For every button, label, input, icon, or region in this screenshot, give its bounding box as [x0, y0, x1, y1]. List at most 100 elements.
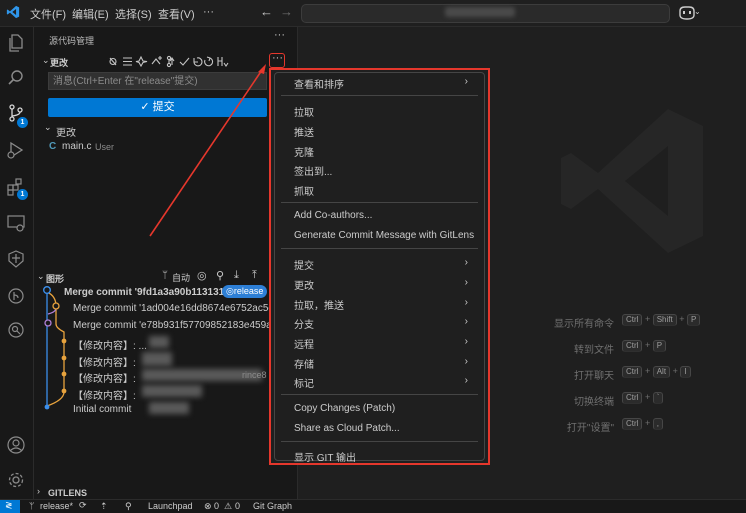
problems-count[interactable]: 0	[214, 501, 219, 511]
commit-row[interactable]: 【修改内容】:	[73, 354, 136, 369]
chevron-down-icon[interactable]: ⌄	[42, 55, 50, 66]
menu-item-copy-changes-patch[interactable]: Copy Changes (Patch)	[294, 403, 395, 414]
menu-selection[interactable]: 选择(S)	[115, 6, 152, 22]
menu-separator	[281, 394, 478, 395]
explorer-icon[interactable]	[6, 33, 26, 53]
menu-item-fetch[interactable]: 抓取	[294, 183, 314, 198]
run-debug-icon[interactable]	[6, 140, 26, 160]
pull-icon[interactable]: ⤓	[234, 269, 239, 282]
context-menu-highlight: 查看和排序 › 拉取 推送 克隆 签出到... 抓取 Add Co-author…	[269, 68, 490, 465]
refresh-icon[interactable]	[204, 56, 214, 67]
commit-row[interactable]: Merge commit '1ad004e16dd8674e6752ac5c	[73, 303, 273, 314]
menu-item-show-git-output[interactable]: 显示 GIT 输出	[294, 449, 356, 464]
extensions-badge: 1	[17, 189, 28, 200]
keycap: ,	[652, 418, 663, 430]
remote-explorer-icon[interactable]	[6, 213, 26, 233]
chevron-down-icon[interactable]: ⌄	[44, 122, 52, 133]
branch-publish-icon[interactable]	[166, 55, 175, 68]
branch-status[interactable]: release*	[40, 501, 73, 511]
gitlens-section-title[interactable]: GITLENS	[48, 488, 87, 498]
menu-item-changes[interactable]: 更改	[294, 277, 314, 292]
menu-item-pull-push[interactable]: 拉取，推送	[294, 297, 344, 312]
chevron-down-icon[interactable]: ⌄	[37, 271, 45, 282]
chevron-right-icon: ›	[464, 76, 468, 87]
gitlens-inspect-icon[interactable]	[6, 320, 26, 340]
fetch-icon[interactable]: ⚲	[216, 269, 224, 282]
changes-group-label[interactable]: 更改	[56, 124, 76, 139]
gitlens-icon[interactable]	[6, 286, 26, 306]
commit-author-fragment: rince8	[242, 370, 267, 380]
menu-item-view-sort[interactable]: 查看和排序	[294, 76, 344, 91]
account-icon[interactable]	[6, 435, 26, 455]
changes-section-title[interactable]: 更改	[50, 56, 68, 69]
warning-icon: ⚠	[224, 501, 233, 511]
sidebar-title: 源代码管理	[49, 36, 95, 46]
menu-more[interactable]: ···	[203, 6, 214, 18]
sparkle-icon[interactable]	[135, 55, 148, 68]
check-icon[interactable]	[179, 57, 190, 66]
menu-item-commit[interactable]: 提交	[294, 257, 314, 272]
commit-message-input[interactable]: 消息(Ctrl+Enter 在"release"提交)	[48, 72, 267, 90]
sync-icon[interactable]: ⟳	[79, 500, 87, 511]
commit-row[interactable]: Merge commit '9fd1a3a90b113131...	[64, 287, 233, 298]
git-publish-icon[interactable]: ⇡	[100, 501, 108, 512]
graph-auto-label[interactable]: 自动	[172, 271, 190, 284]
chevron-right-icon: ›	[464, 316, 468, 327]
stage-all-icon[interactable]	[151, 56, 162, 65]
keycap: I	[680, 366, 691, 378]
back-arrow-icon[interactable]: ←	[260, 4, 273, 19]
keycap: P	[687, 314, 701, 326]
warnings-count[interactable]: 0	[235, 501, 240, 511]
git-graph-toolbar-icon[interactable]	[217, 57, 229, 67]
menu-item-branch[interactable]: 分支	[294, 316, 314, 331]
menu-separator	[281, 441, 478, 442]
chevron-down-icon[interactable]: ⌄	[694, 7, 701, 16]
menu-item-pull[interactable]: 拉取	[294, 104, 314, 119]
commit-row[interactable]: 【修改内容】:	[73, 387, 136, 402]
gitlens-commit-icon[interactable]	[109, 57, 117, 66]
chevron-right-icon: ›	[464, 257, 468, 268]
search-icon[interactable]	[6, 68, 26, 88]
push-icon[interactable]: ⤒	[252, 269, 257, 282]
sidebar-more-icon[interactable]: ···	[274, 29, 285, 41]
target-icon[interactable]: ◎	[197, 269, 207, 282]
settings-gear-icon[interactable]	[6, 470, 26, 490]
remote-indicator-button[interactable]: ≷	[0, 500, 20, 513]
view-as-list-icon[interactable]	[123, 57, 132, 66]
menu-item-generate-commit-message[interactable]: Generate Commit Message with GitLens	[294, 230, 474, 241]
menu-item-add-coauthors[interactable]: Add Co-authors...	[294, 210, 372, 221]
git-graph-status[interactable]: Git Graph	[253, 501, 292, 511]
remote-icon: ≷	[5, 500, 13, 510]
commit-row[interactable]: 【修改内容】: ...	[73, 337, 147, 352]
commit-row[interactable]: 【修改内容】:	[73, 370, 136, 385]
branch-tag-badge: ◎release	[222, 285, 268, 298]
vscode-watermark-icon	[561, 109, 703, 253]
menu-item-remote[interactable]: 远程	[294, 336, 314, 351]
menu-item-push[interactable]: 推送	[294, 124, 314, 139]
changed-file-path: User	[95, 142, 115, 152]
chevron-right-icon: ›	[464, 356, 468, 367]
forward-arrow-icon[interactable]: →	[280, 4, 293, 19]
menu-item-stash[interactable]: 存储	[294, 356, 314, 371]
chevron-right-icon: ›	[464, 297, 468, 308]
chevron-right-icon[interactable]: ›	[37, 486, 40, 496]
launchpad-status[interactable]: Launchpad	[148, 501, 193, 511]
menu-view[interactable]: 查看(V)	[158, 6, 195, 22]
keycap: Alt	[652, 366, 671, 378]
git-graph-icon[interactable]	[6, 249, 26, 269]
keycap: Shift	[652, 314, 677, 326]
keycap: Ctrl	[622, 314, 643, 326]
blurred-workspace-title	[445, 7, 515, 17]
menu-edit[interactable]: 编辑(E)	[72, 6, 109, 22]
changed-file-name[interactable]: main.c	[62, 141, 91, 152]
commit-row[interactable]: Initial commit	[73, 404, 131, 415]
more-actions-button[interactable]: ···	[269, 52, 285, 68]
menu-item-checkout[interactable]: 签出到...	[294, 163, 332, 178]
commit-button[interactable]: ✓ 提交	[48, 98, 267, 117]
commit-row[interactable]: Merge commit 'e78b931f57709852183e459a	[73, 320, 272, 331]
menu-item-clone[interactable]: 克隆	[294, 144, 314, 159]
menu-file[interactable]: 文件(F)	[30, 6, 66, 22]
menu-item-share-cloud-patch[interactable]: Share as Cloud Patch...	[294, 423, 400, 434]
menu-item-tags[interactable]: 标记	[294, 375, 314, 390]
undo-icon[interactable]	[193, 57, 203, 67]
